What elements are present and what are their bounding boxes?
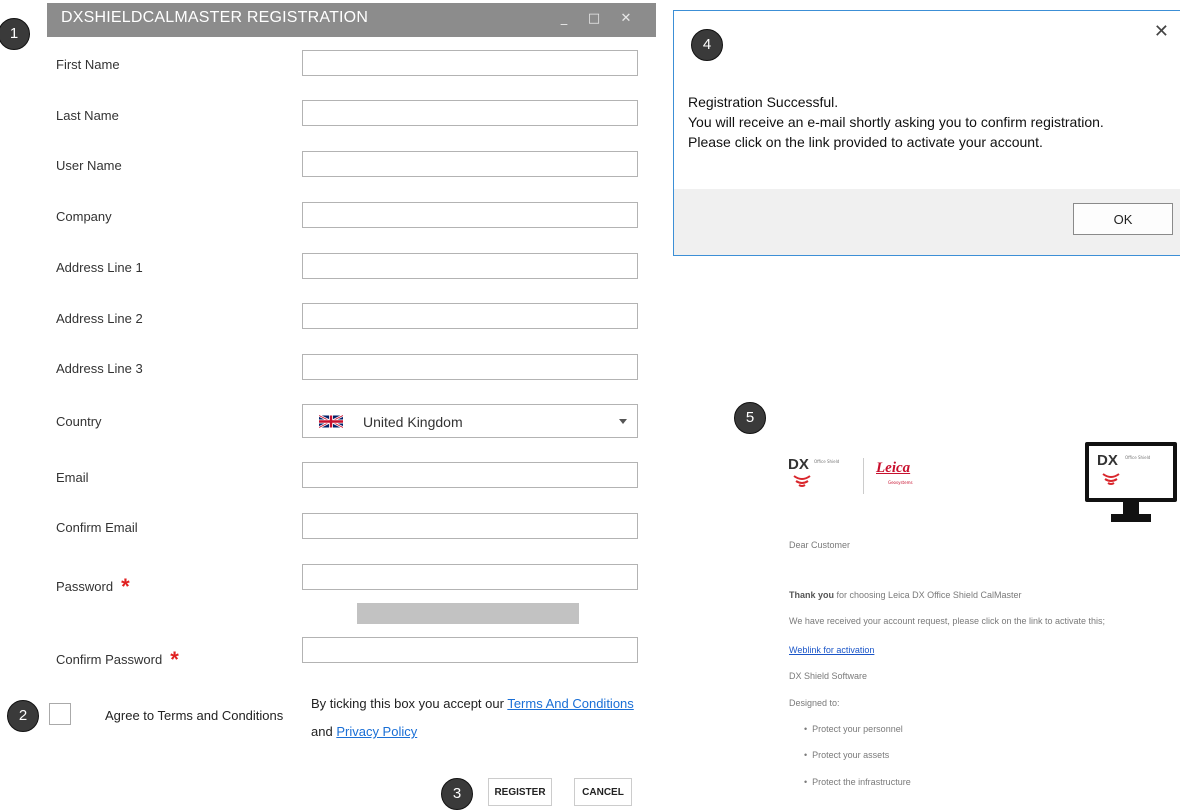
country-value: United Kingdom [363, 414, 463, 430]
email-designed: Designed to: [789, 698, 840, 708]
address-line-2-field[interactable] [302, 303, 638, 329]
email-field[interactable] [302, 462, 638, 488]
email-received: We have received your account request, p… [789, 616, 1106, 626]
required-asterisk: * [170, 647, 179, 672]
email-label: Email [56, 470, 89, 485]
address-line-3-label: Address Line 3 [56, 361, 143, 376]
password-label: Password * [56, 571, 130, 599]
uk-flag-icon [319, 414, 343, 429]
dialog-line-3: Please click on the link provided to act… [688, 134, 1043, 150]
email-bullet: • Protect the infrastructure [804, 777, 911, 787]
monitor-logo: DX Office Shield [1085, 442, 1180, 524]
step-badge-2: 2 [7, 700, 39, 732]
password-strength-bar [357, 603, 579, 624]
cancel-button[interactable]: CANCEL [574, 778, 632, 806]
first-name-field[interactable] [302, 50, 638, 76]
terms-text: By ticking this box you accept our Terms… [311, 696, 634, 711]
terms-link[interactable]: Terms And Conditions [507, 696, 633, 711]
required-asterisk: * [121, 574, 130, 599]
step-badge-4: 4 [691, 29, 723, 61]
step-badge-1: 1 [0, 18, 30, 50]
dialog-line-1: Registration Successful. [688, 94, 839, 110]
email-greeting: Dear Customer [789, 540, 851, 550]
minimize-icon[interactable]: _ [553, 7, 575, 31]
privacy-link[interactable]: Privacy Policy [336, 724, 417, 739]
signal-icon [793, 475, 811, 487]
email-bullet: • Protect your assets [804, 750, 890, 760]
email-thank-you: Thank you for choosing Leica DX Office S… [789, 590, 1021, 600]
address-line-3-field[interactable] [302, 354, 638, 380]
address-line-1-field[interactable] [302, 253, 638, 279]
logo-divider [863, 458, 864, 494]
password-field[interactable] [302, 564, 638, 590]
email-software: DX Shield Software [789, 671, 868, 681]
step-badge-5: 5 [734, 402, 766, 434]
close-icon[interactable]: ✕ [615, 7, 637, 31]
last-name-label: Last Name [56, 108, 119, 123]
step-badge-3: 3 [441, 778, 473, 810]
success-dialog: 4 ✕ Registration Successful. You will re… [673, 10, 1180, 256]
confirm-password-field[interactable] [302, 637, 638, 663]
window-titlebar: DXSHIELDCALMASTER REGISTRATION _ □ ✕ [47, 3, 656, 37]
agree-checkbox[interactable] [49, 703, 71, 725]
last-name-field[interactable] [302, 100, 638, 126]
email-bullet: • Protect your personnel [804, 724, 903, 734]
dialog-line-2: You will receive an e-mail shortly askin… [688, 114, 1104, 130]
terms-prefix: By ticking this box you accept our [311, 696, 504, 711]
email-thank-bold: Thank you [789, 590, 835, 600]
close-icon[interactable]: ✕ [1154, 21, 1169, 42]
agree-label: Agree to Terms and Conditions [105, 708, 284, 723]
ok-button[interactable]: OK [1073, 203, 1173, 235]
confirm-email-label: Confirm Email [56, 520, 138, 535]
user-name-field[interactable] [302, 151, 638, 177]
confirm-password-label-text: Confirm Password [56, 652, 163, 667]
first-name-label: First Name [56, 57, 120, 72]
address-line-1-label: Address Line 1 [56, 260, 143, 275]
password-label-text: Password [56, 579, 114, 594]
company-label: Company [56, 209, 112, 224]
company-field[interactable] [302, 202, 638, 228]
email-thank-rest: for choosing Leica DX Office Shield CalM… [836, 590, 1022, 600]
dialog-footer: OK [674, 189, 1180, 255]
country-select[interactable]: United Kingdom [302, 404, 638, 438]
country-label: Country [56, 414, 102, 429]
signal-icon [1102, 473, 1120, 485]
confirm-password-label: Confirm Password * [56, 644, 179, 672]
window-title: DXSHIELDCALMASTER REGISTRATION [61, 9, 369, 26]
user-name-label: User Name [56, 158, 122, 173]
dialog-message: Registration Successful. You will receiv… [688, 92, 1104, 152]
privacy-text: and Privacy Policy [311, 724, 417, 739]
maximize-icon[interactable]: □ [583, 7, 605, 31]
privacy-prefix: and [311, 724, 333, 739]
chevron-down-icon [619, 419, 627, 424]
address-line-2-label: Address Line 2 [56, 311, 143, 326]
dx-logo: DX Office Shield [788, 456, 858, 496]
weblink-activation[interactable]: Weblink for activation [789, 645, 874, 655]
confirm-email-field[interactable] [302, 513, 638, 539]
register-button[interactable]: REGISTER [488, 778, 552, 806]
